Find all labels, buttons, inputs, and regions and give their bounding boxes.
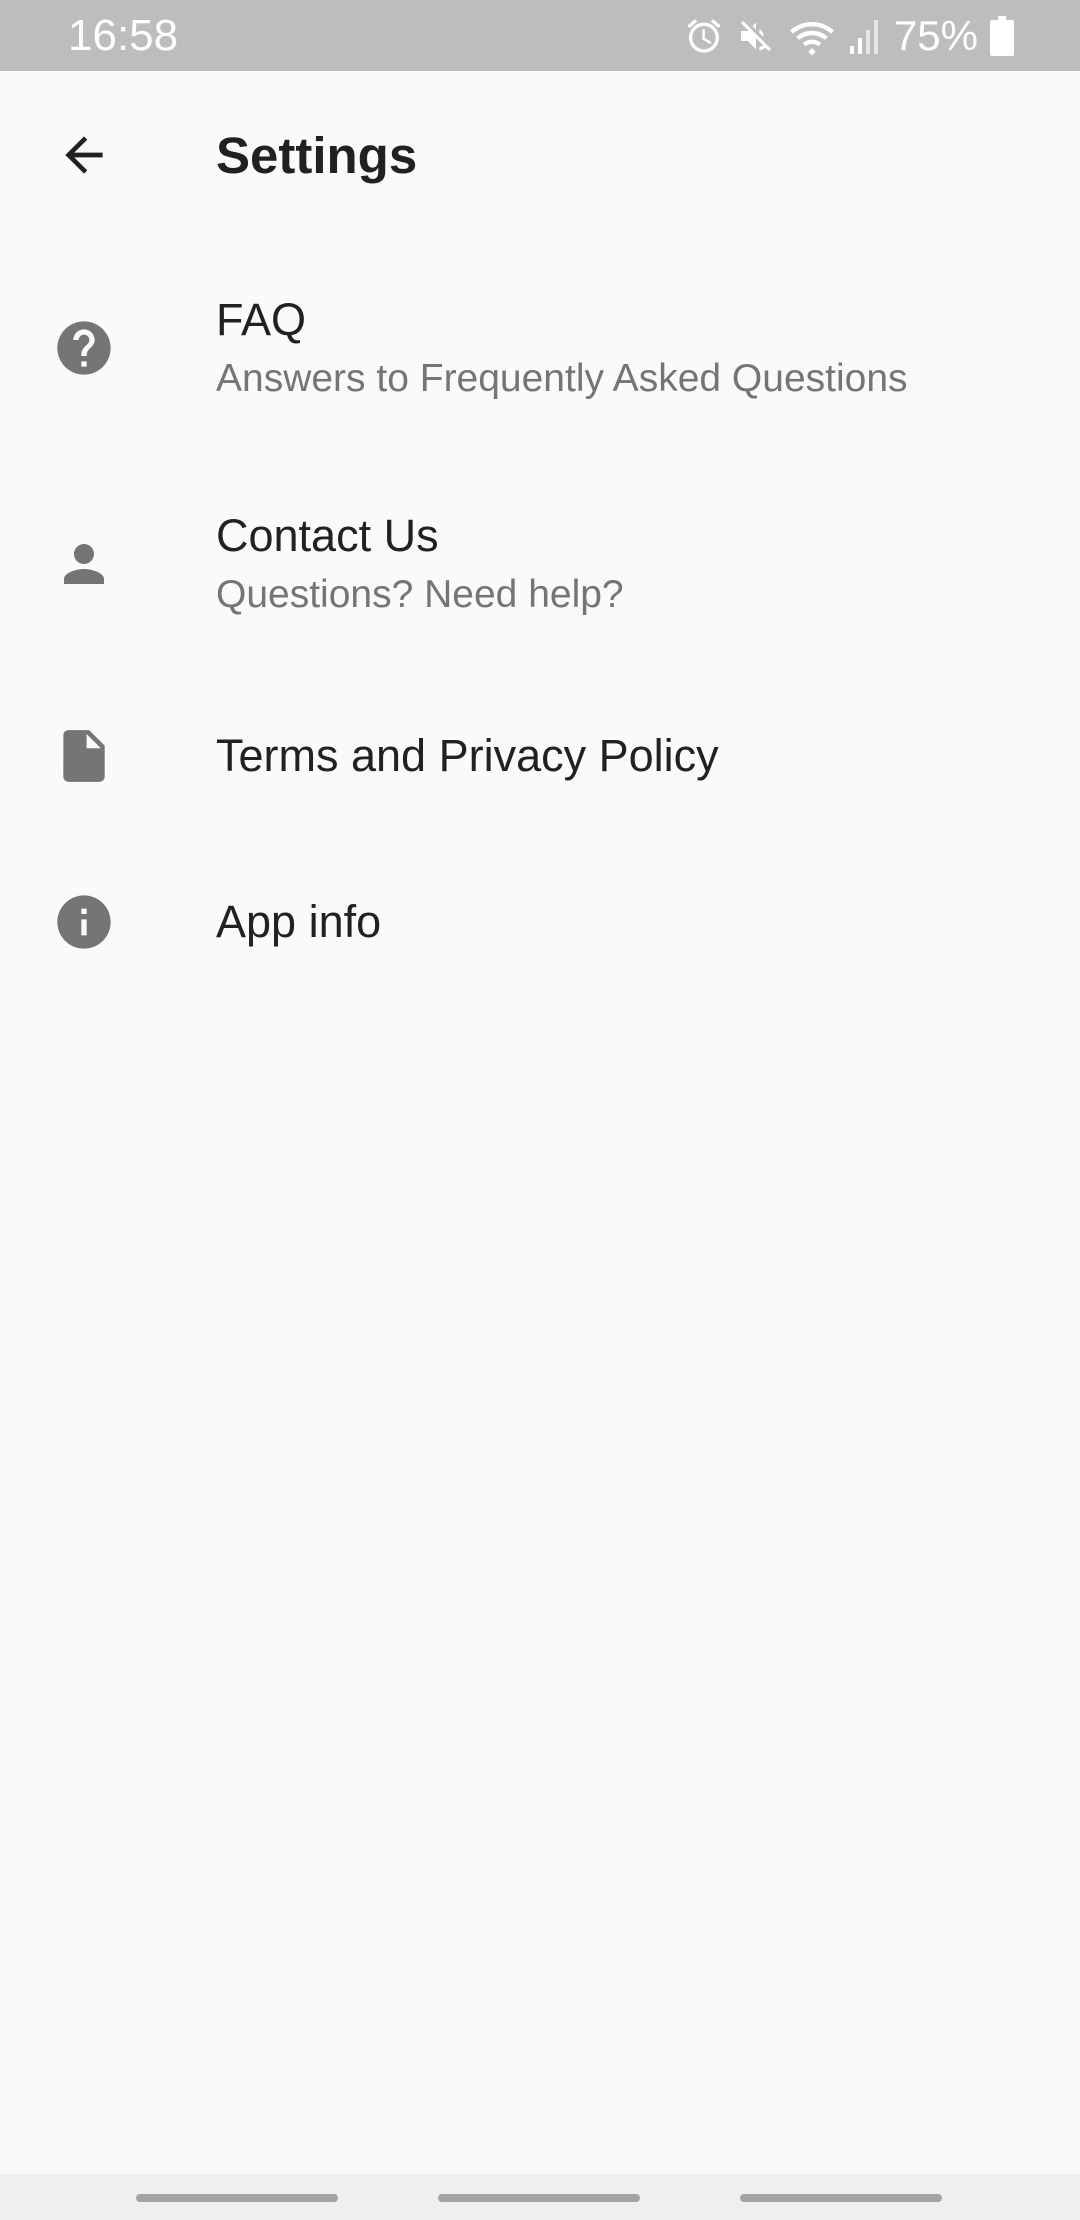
page-title: Settings [216, 127, 418, 184]
back-button[interactable] [40, 113, 128, 201]
arrow-back-icon [56, 127, 112, 188]
battery-percent: 75% [893, 12, 978, 59]
item-title: Contact Us [216, 510, 439, 561]
item-subtitle: Questions? Need help? [216, 573, 624, 616]
nav-back-handle[interactable] [740, 2194, 942, 2202]
mute-icon [736, 16, 776, 56]
settings-screen: 16:58 75% Settings FAQ Answers to Freque… [0, 0, 1080, 2220]
item-subtitle: Answers to Frequently Asked Questions [216, 357, 908, 400]
settings-item-faq[interactable]: FAQ Answers to Frequently Asked Question… [0, 268, 1080, 438]
battery-icon [990, 16, 1014, 56]
app-bar: Settings [0, 71, 1080, 243]
help-circle-icon [52, 316, 116, 380]
settings-item-contact-us[interactable]: Contact Us Questions? Need help? [0, 484, 1080, 654]
status-time: 16:58 [68, 11, 179, 60]
status-bar: 16:58 75% [0, 0, 1080, 71]
settings-item-terms-privacy[interactable]: Terms and Privacy Policy [0, 700, 1080, 812]
status-icons: 75% [684, 12, 1014, 60]
nav-home-handle[interactable] [438, 2194, 640, 2202]
signal-icon [848, 16, 882, 56]
person-icon [52, 532, 116, 596]
item-title: FAQ [216, 294, 307, 345]
navigation-bar [0, 2174, 1080, 2220]
nav-recents-handle[interactable] [136, 2194, 338, 2202]
alarm-icon [684, 16, 724, 56]
settings-item-app-info[interactable]: App info [0, 866, 1080, 978]
document-icon [52, 724, 116, 788]
item-title: App info [216, 896, 382, 947]
item-title: Terms and Privacy Policy [216, 730, 719, 781]
info-circle-icon [52, 890, 116, 954]
wifi-icon [788, 16, 836, 56]
